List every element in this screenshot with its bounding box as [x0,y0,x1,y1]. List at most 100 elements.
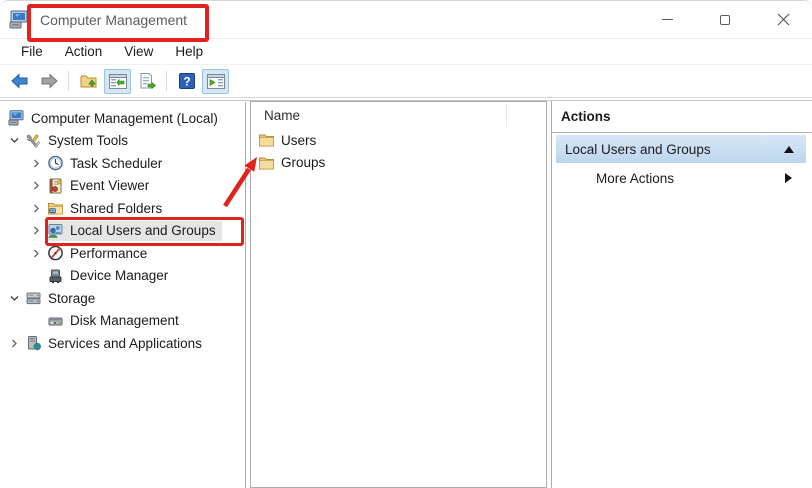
maximize-button[interactable] [696,1,754,38]
chevron-down-icon[interactable] [6,290,23,306]
up-one-level-button[interactable] [75,69,102,94]
tree-item-computer-management-local[interactable]: Computer Management (Local) [0,107,245,130]
menu-help[interactable]: Help [164,41,214,62]
folder-icon [259,157,274,170]
disk-icon [48,317,63,326]
tree-selection[interactable]: Local Users and Groups [45,220,222,241]
collapse-triangle-up-icon[interactable] [784,145,794,153]
show-action-pane-icon [206,73,225,89]
computer-management-icon [9,10,28,28]
console-panes: Computer Management (Local) System Tools [0,100,812,488]
tree-item-label: Performance [70,245,148,261]
chevron-right-icon[interactable] [28,178,45,194]
window-title: Computer Management [40,11,188,28]
actions-header: Actions [552,101,812,133]
show-console-tree-button[interactable] [104,68,131,94]
actions-group-label: Local Users and Groups [565,141,711,157]
tree-item-device-manager[interactable]: Device Manager [0,265,245,288]
chevron-right-icon[interactable] [28,223,45,239]
toolbar-separator [166,71,167,91]
window-controls [638,1,812,38]
close-icon [777,13,789,26]
folder-icon [259,134,274,147]
actions-group-local-users-and-groups[interactable]: Local Users and Groups [556,135,806,163]
event-log-icon [49,178,62,194]
tree-item-task-scheduler[interactable]: Task Scheduler [0,152,245,175]
actions-pane: Actions Local Users and Groups More Acti… [551,101,812,488]
menu-bar: File Action View Help [0,39,812,65]
show-console-tree-icon [108,73,127,89]
back-button[interactable] [6,69,33,94]
chevron-right-icon[interactable] [28,155,45,171]
close-button[interactable] [754,1,812,38]
tree-item-label: Services and Applications [48,335,202,351]
help-button[interactable]: ? [173,69,200,94]
toolbar: ? [0,65,812,98]
storage-icon [26,292,41,305]
menu-file[interactable]: File [10,41,54,62]
chevron-right-icon[interactable] [28,245,45,261]
tree-item-label: Device Manager [70,268,169,284]
tree-item-system-tools[interactable]: System Tools [0,130,245,153]
shared-folder-icon: 23 [48,203,63,215]
list-item-label: Groups [281,155,326,171]
tree-item-label: Event Viewer [70,178,150,194]
more-actions-item[interactable]: More Actions [556,163,806,193]
computer-management-window: Computer Management File Action View Hel… [0,0,812,488]
console-tree-pane: Computer Management (Local) System Tools [0,102,246,488]
tree-item-label: System Tools [48,133,129,149]
clock-icon [48,155,63,171]
column-header-label: Name [264,108,301,123]
tree-item-storage[interactable]: Storage [0,287,245,310]
performance-icon [48,245,63,261]
tree-item-performance[interactable]: Performance [0,242,245,265]
tree-item-event-viewer[interactable]: Event Viewer [0,175,245,198]
column-header-name[interactable]: Name [251,102,546,129]
maximize-icon [720,14,730,25]
minimize-icon [661,19,673,20]
minimize-button[interactable] [638,1,696,38]
device-manager-icon [49,269,62,283]
menu-action[interactable]: Action [54,41,114,62]
chevron-right-icon[interactable] [6,335,23,351]
tree-item-label: Storage [48,290,96,306]
tree-item-local-users-and-groups[interactable]: Local Users and Groups [0,220,245,243]
column-divider[interactable] [506,104,507,127]
show-action-pane-button[interactable] [202,68,229,94]
tree-item-services-and-applications[interactable]: Services and Applications [0,332,245,355]
more-actions-label: More Actions [596,170,675,186]
tools-icon [26,134,40,148]
submenu-triangle-right-icon [785,173,792,183]
forward-button[interactable] [35,69,62,94]
tree-item-label: Task Scheduler [70,155,163,171]
export-list-icon [140,73,156,90]
export-list-button[interactable] [133,69,160,94]
menu-view[interactable]: View [113,41,164,62]
back-arrow-icon [10,73,27,89]
up-one-level-folder-icon [80,75,96,88]
help-icon: ? [178,73,195,89]
list-item-groups[interactable]: Groups [251,152,546,175]
forward-arrow-icon [41,73,58,89]
tree-item-label: Computer Management (Local) [31,110,218,126]
computer-icon [8,110,24,126]
tree-item-label: Shared Folders [70,200,163,216]
toolbar-separator [68,71,69,91]
chevron-down-icon[interactable] [6,133,23,149]
tree-item-label: Local Users and Groups [70,223,216,239]
svg-text:23: 23 [50,208,56,213]
details-pane: Name Users Groups [250,101,547,488]
title-bar: Computer Management [0,1,812,39]
services-icon [28,336,42,351]
list-item-users[interactable]: Users [251,129,546,152]
users-icon [48,223,63,238]
actions-title: Actions [561,109,611,124]
tree-item-label: Disk Management [70,313,179,329]
tree-item-shared-folders[interactable]: 23 Shared Folders [0,197,245,220]
svg-text:?: ? [183,74,190,88]
chevron-right-icon[interactable] [28,200,45,216]
list-item-label: Users [281,132,317,148]
tree-item-disk-management[interactable]: Disk Management [0,310,245,333]
